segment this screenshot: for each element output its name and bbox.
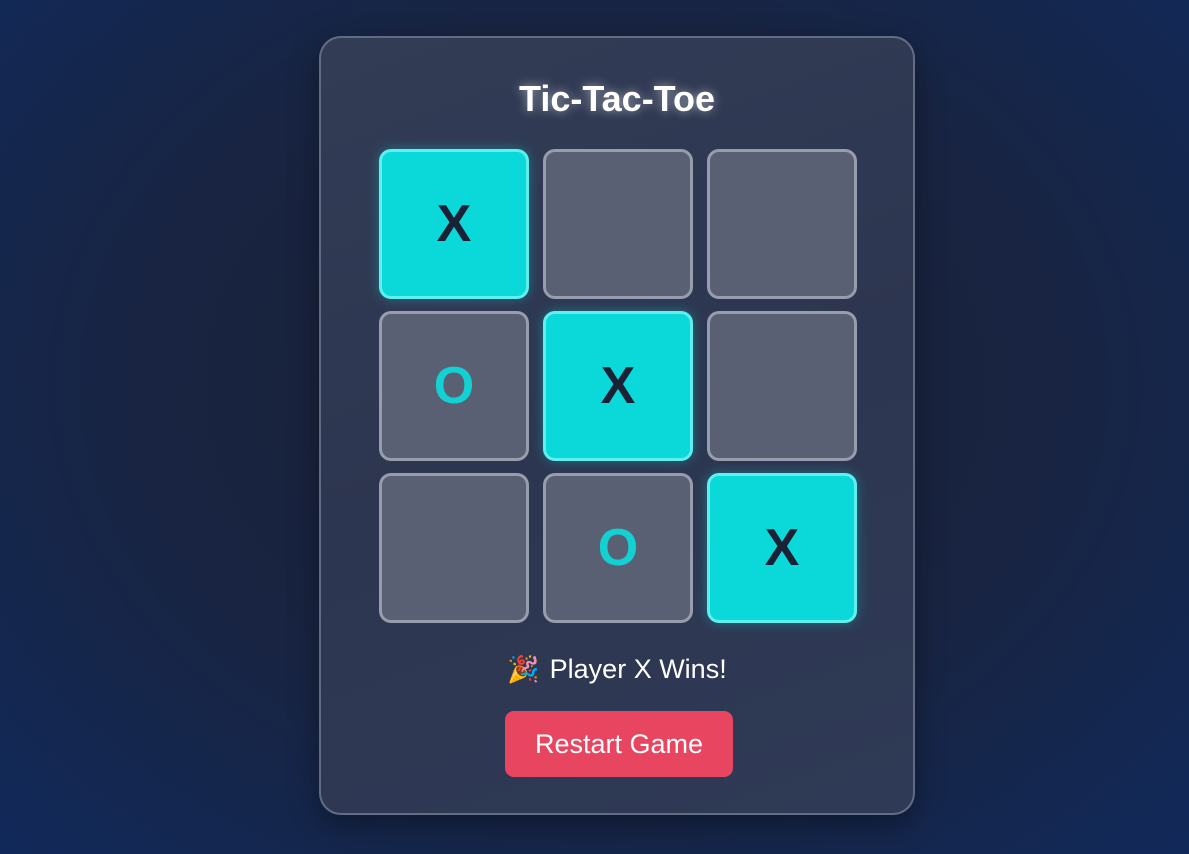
board-cell-7[interactable] [379, 473, 529, 623]
board-cell-4[interactable]: O [379, 311, 529, 461]
board-cell-5[interactable]: X [543, 311, 693, 461]
party-popper-icon: 🎉 [507, 654, 540, 684]
board-cell-6[interactable] [707, 311, 857, 461]
game-card: Tic-Tac-Toe X O X O X 🎉 Player X Wins! Re… [319, 36, 915, 815]
game-status: 🎉 Player X Wins! [321, 654, 913, 685]
board-cell-1[interactable]: X [379, 149, 529, 299]
board-cell-2[interactable] [543, 149, 693, 299]
game-title: Tic-Tac-Toe [518, 78, 716, 119]
game-board: X O X O X [379, 149, 859, 623]
restart-game-button[interactable]: Restart Game [505, 711, 733, 777]
board-cell-8[interactable]: O [543, 473, 693, 623]
status-text: Player X Wins! [549, 654, 727, 684]
board-cell-3[interactable] [707, 149, 857, 299]
board-cell-9[interactable]: X [707, 473, 857, 623]
